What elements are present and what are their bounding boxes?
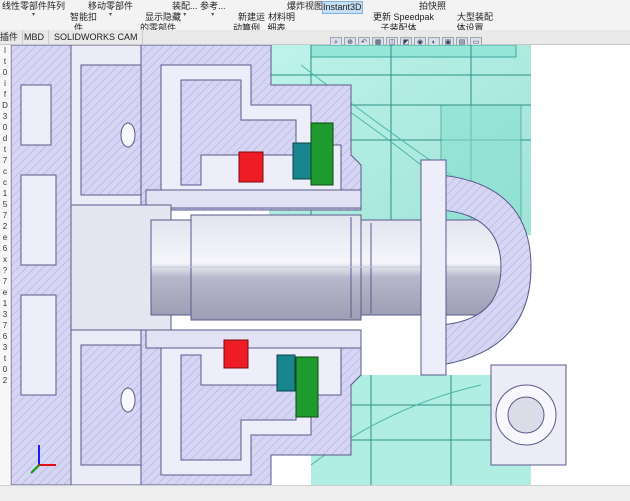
teal-bearing-lower[interactable]: [276, 354, 296, 392]
take-snapshot-button[interactable]: 拍快照: [419, 1, 446, 12]
command-manager-ribbon: 线性零部件阵列 ▾ 智能扣 件 移动零部件 ▾ 显示隐藏 的零部件 装配... …: [0, 0, 630, 33]
heads-up-view-toolbar: ⌕ ⊕ ↶ ▦ ◫ ◩ ◉ ◐ ▣ ▤ ▭: [330, 31, 484, 49]
exploded-view-button[interactable]: 爆炸视图: [287, 1, 323, 12]
dropdown-arrow-icon[interactable]: ▾: [200, 12, 226, 18]
main-shaft[interactable]: [70, 204, 522, 331]
graphics-area[interactable]: [11, 45, 630, 485]
command-manager-tabs: 插件 MBD SOLIDWORKS CAM: [0, 30, 630, 45]
lower-right-flange: [490, 364, 567, 466]
dropdown-arrow-icon[interactable]: ▾: [172, 12, 198, 18]
dropdown-arrow-icon[interactable]: ▾: [2, 12, 65, 18]
status-bar: [0, 485, 630, 501]
teal-bearing-upper[interactable]: [292, 142, 312, 180]
feature-manager-edge[interactable]: l t 0 i f D 3 0 d t 7 c c 1 5 7 2 e 6 x …: [0, 45, 11, 485]
tab-mbd[interactable]: MBD: [20, 30, 49, 44]
assembly-features-button[interactable]: 装配... ▾: [172, 1, 198, 18]
move-component-button[interactable]: 移动零部件 ▾: [88, 1, 133, 18]
reference-geometry-button[interactable]: 参考... ▾: [200, 1, 226, 18]
red-seal-lower[interactable]: [223, 339, 249, 369]
linear-component-pattern-button[interactable]: 线性零部件阵列 ▾: [2, 1, 65, 18]
dropdown-arrow-icon[interactable]: ▾: [88, 12, 133, 18]
green-bearing-upper[interactable]: [310, 122, 334, 186]
assembly-section-view[interactable]: [11, 45, 630, 485]
tab-solidworks-cam[interactable]: SOLIDWORKS CAM: [50, 30, 143, 44]
green-bearing-lower[interactable]: [295, 356, 319, 418]
red-seal-upper[interactable]: [238, 151, 264, 183]
instant3d-button[interactable]: Instant3D: [322, 1, 363, 14]
